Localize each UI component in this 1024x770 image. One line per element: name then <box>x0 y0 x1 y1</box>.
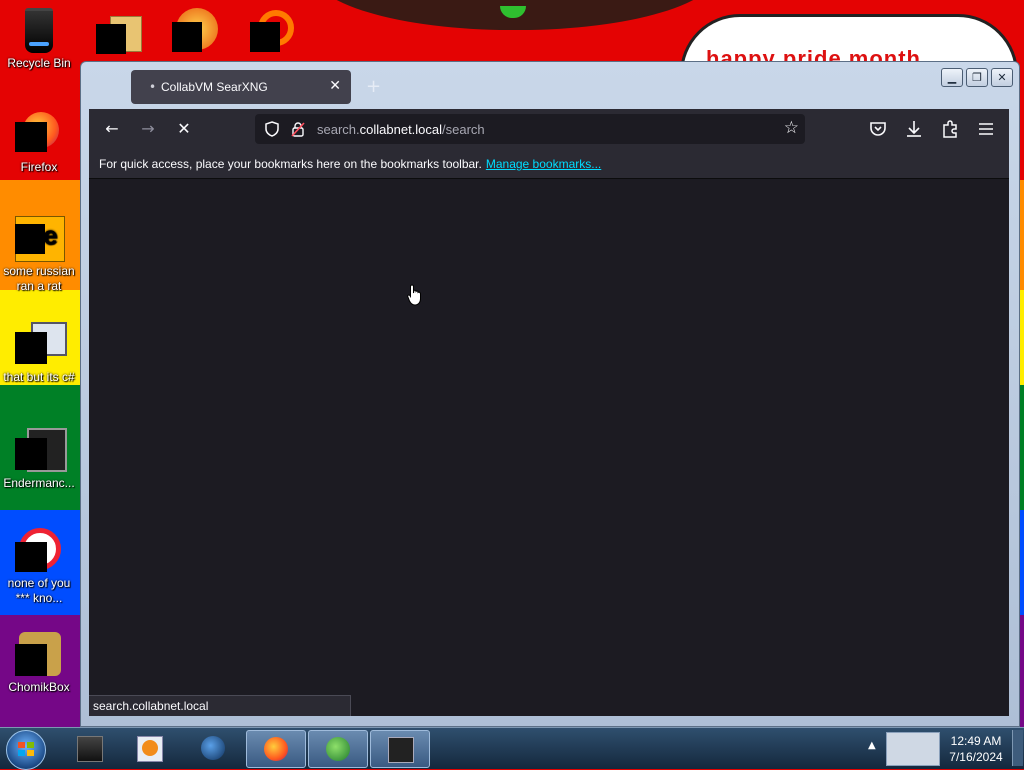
firefox-icon <box>15 110 63 158</box>
insecure-lock-icon[interactable] <box>291 121 305 137</box>
show-desktop-button[interactable] <box>1012 730 1023 766</box>
bookmarks-hint-text: For quick access, place your bookmarks h… <box>99 157 482 171</box>
clock-date: 7/16/2024 <box>949 750 1003 764</box>
server-icon <box>77 736 103 762</box>
taskbar-app-server-manager[interactable] <box>60 730 118 766</box>
tab-title: CollabVM SearXNG <box>161 80 268 94</box>
globe-icon <box>201 736 225 760</box>
show-hidden-icons-button[interactable]: ▲ <box>868 740 876 751</box>
pocket-icon[interactable] <box>867 118 889 140</box>
tab-loading-dot: • <box>149 80 157 94</box>
desktop-icon-label: Firefox <box>20 160 58 174</box>
hand-cursor-icon <box>407 284 421 306</box>
url-path: /search <box>442 122 485 137</box>
clock[interactable]: 12:49 AM 7/16/2024 <box>944 733 1008 765</box>
url-domain: collabnet.local <box>359 122 443 137</box>
recycle-bin-icon <box>15 6 63 54</box>
desktop-icon-label: some russian ran a rat <box>3 264 75 293</box>
tab-collabvm-searxng[interactable]: • CollabVM SearXNG ✕ <box>131 70 351 104</box>
desktop-icon-russian-rat[interactable]: e some russian ran a rat <box>0 214 78 294</box>
desktop-icon-recycle-bin[interactable]: Recycle Bin <box>0 6 78 71</box>
download-manager-icon <box>326 737 350 761</box>
stop-button[interactable]: ✕ <box>173 118 195 140</box>
tray-app-icon[interactable] <box>886 732 940 766</box>
start-button[interactable] <box>6 730 46 770</box>
taskbar-app-globe[interactable] <box>184 730 242 766</box>
manage-bookmarks-link[interactable]: Manage bookmarks... <box>486 157 601 171</box>
url-bar[interactable]: search.collabnet.local/search ☆ <box>255 114 805 144</box>
desktop-icon-firefox[interactable]: Firefox <box>0 110 78 175</box>
desktop-icon-chomikbox[interactable]: ChomikBox <box>0 630 78 695</box>
window-controls: ▁ ❐ ✕ <box>941 68 1013 87</box>
console-icon <box>15 426 67 474</box>
browser-window[interactable]: ▁ ❐ ✕ • CollabVM SearXNG ✕ + ← → ✕ searc… <box>80 61 1020 727</box>
system-tray: ▲ 12:49 AM 7/16/2024 <box>864 728 1024 769</box>
bookmark-star-icon[interactable]: ☆ <box>784 118 799 138</box>
folder-icon[interactable] <box>96 12 144 60</box>
window-icon <box>15 320 67 368</box>
firefox-icon <box>264 737 288 761</box>
taskbar: ▲ 12:49 AM 7/16/2024 <box>0 727 1024 770</box>
tab-close-icon[interactable]: ✕ <box>329 78 341 94</box>
close-window-button[interactable]: ✕ <box>991 68 1013 87</box>
taskbar-app-firefox[interactable] <box>246 730 306 768</box>
desktop-icon-label: Recycle Bin <box>7 56 71 70</box>
new-tab-button[interactable]: + <box>366 76 381 97</box>
desktop-icon-none-of-you[interactable]: none of you *** kno... <box>0 526 78 606</box>
shield-icon[interactable] <box>265 121 279 137</box>
taskbar-app-console[interactable] <box>370 730 430 768</box>
maximize-button[interactable]: ❐ <box>966 68 988 87</box>
bookmarks-toolbar: For quick access, place your bookmarks h… <box>89 149 1009 179</box>
url-subdomain: search. <box>317 122 360 137</box>
app-icon[interactable] <box>172 8 220 56</box>
media-player-icon <box>137 736 163 762</box>
forward-button[interactable]: → <box>137 118 159 140</box>
status-bar: search.collabnet.local <box>89 695 351 716</box>
chomikbox-icon <box>15 630 63 678</box>
extensions-icon[interactable] <box>939 118 961 140</box>
url-text[interactable]: search.collabnet.local/search <box>317 122 485 137</box>
taskbar-app-download-manager[interactable] <box>308 730 368 768</box>
app-icon <box>15 526 63 574</box>
desktop-icon-endermanch[interactable]: Endermanc... <box>0 426 78 491</box>
windows-logo-icon <box>18 742 34 756</box>
clock-time: 12:49 AM <box>950 734 1002 748</box>
page-content[interactable] <box>89 179 1009 716</box>
desktop-icon-label: none of you *** kno... <box>7 576 71 605</box>
desktop-icon-label: that but its c# <box>3 370 75 384</box>
downloads-icon[interactable] <box>903 118 925 140</box>
desktop-icon-that-but-its-c[interactable]: that but its c# <box>0 320 78 385</box>
navigation-toolbar: ← → ✕ search.collabnet.local/search ☆ <box>89 109 1009 149</box>
app-icon: e <box>15 214 65 262</box>
desktop-icon-label: Endermanc... <box>3 476 75 490</box>
taskbar-app-media-player[interactable] <box>120 730 178 766</box>
back-button[interactable]: ← <box>101 118 123 140</box>
console-icon <box>388 737 414 763</box>
menu-icon[interactable] <box>975 118 997 140</box>
minimize-button[interactable]: ▁ <box>941 68 963 87</box>
desktop-icon-label: ChomikBox <box>8 680 70 694</box>
app-icon[interactable] <box>250 8 298 56</box>
